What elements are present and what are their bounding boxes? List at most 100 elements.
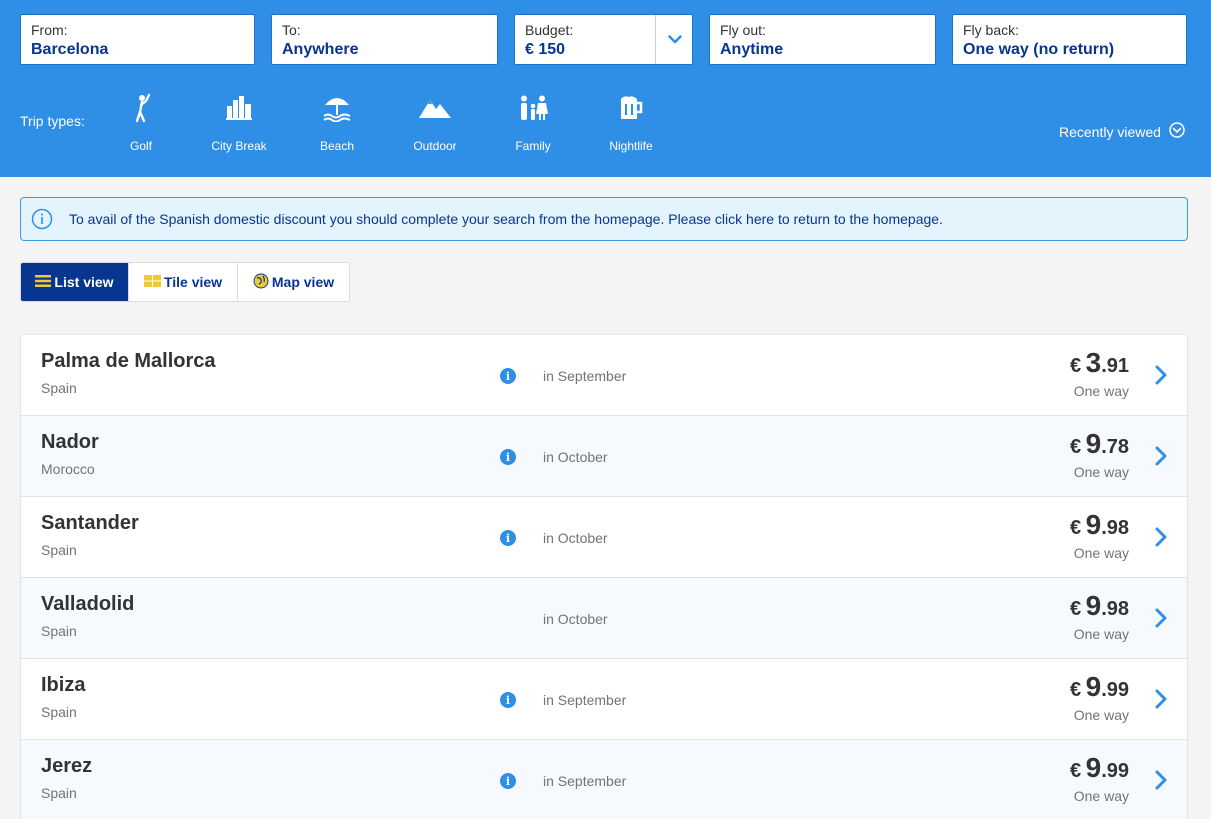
info-icon[interactable]: i <box>500 449 516 465</box>
info-icon[interactable]: i <box>500 368 516 384</box>
fly-back-value[interactable]: One way (no return) <box>963 40 1176 60</box>
tile-view-button[interactable]: Tile view <box>129 263 238 301</box>
trip-kind: One way <box>1073 626 1129 642</box>
mountain-icon <box>395 92 475 124</box>
trip-kind: One way <box>1073 383 1129 399</box>
destination-country: Morocco <box>41 461 95 477</box>
destination-country: Spain <box>41 542 77 558</box>
price-decimal: .91 <box>1101 355 1129 377</box>
destination-city: Ibiza <box>41 674 86 696</box>
discount-info-banner[interactable]: To avail of the Spanish domestic discoun… <box>20 197 1188 241</box>
travel-month: in October <box>543 611 608 627</box>
fly-back-field[interactable]: Fly back: One way (no return) <box>952 14 1187 65</box>
search-header: From: Barcelona To: Anywhere Budget: € 1… <box>0 0 1211 177</box>
beer-icon <box>591 92 671 124</box>
list-view-button[interactable]: List view <box>21 263 129 301</box>
golf-icon <box>101 92 181 124</box>
destination-city: Palma de Mallorca <box>41 350 216 372</box>
price-integer: 3 <box>1085 347 1102 378</box>
to-field[interactable]: To: Anywhere <box>271 14 498 65</box>
banner-text[interactable]: To avail of the Spanish domestic discoun… <box>69 211 943 227</box>
destination-row[interactable]: Ibiza Spain i in September € 9.99 One wa… <box>21 659 1187 740</box>
fly-out-value[interactable]: Anytime <box>720 40 925 60</box>
destination-row[interactable]: Valladolid Spain in October € 9.98 One w… <box>21 578 1187 659</box>
trip-kind: One way <box>1073 707 1129 723</box>
fare-price: € 9.98 <box>1070 509 1129 541</box>
info-icon[interactable]: i <box>500 530 516 546</box>
destination-country: Spain <box>41 785 77 801</box>
fare-price: € 3.91 <box>1070 347 1129 379</box>
destination-country: Spain <box>41 704 77 720</box>
trip-type-family[interactable]: Family <box>493 92 573 153</box>
currency-symbol: € <box>1070 355 1082 377</box>
recently-viewed-button[interactable]: Recently viewed <box>1059 122 1185 141</box>
price-integer: 9 <box>1085 428 1102 459</box>
chevron-right-icon[interactable] <box>1153 687 1169 711</box>
info-icon[interactable]: i <box>500 773 516 789</box>
budget-field[interactable]: Budget: € 150 <box>514 14 693 65</box>
price-integer: 9 <box>1085 509 1102 540</box>
trip-type-name: City Break <box>211 139 267 153</box>
destination-city: Jerez <box>41 755 93 777</box>
currency-symbol: € <box>1070 679 1082 701</box>
info-icon <box>31 208 53 230</box>
trip-kind: One way <box>1073 464 1129 480</box>
travel-month: in September <box>543 773 627 789</box>
to-value[interactable]: Anywhere <box>282 40 487 60</box>
trip-type-nightlife[interactable]: Nightlife <box>591 92 671 153</box>
trip-type-name: Family <box>515 139 551 153</box>
destination-country: Spain <box>41 623 77 639</box>
currency-symbol: € <box>1070 598 1082 620</box>
fare-price: € 9.78 <box>1070 428 1129 460</box>
trip-types-label: Trip types: <box>20 113 85 129</box>
chevron-right-icon[interactable] <box>1153 444 1169 468</box>
trip-kind: One way <box>1073 545 1129 561</box>
city-icon <box>199 92 279 124</box>
from-label: From: <box>31 22 68 38</box>
destination-row[interactable]: Nador Morocco i in October € 9.78 One wa… <box>21 416 1187 497</box>
travel-month: in October <box>543 530 608 546</box>
trip-type-name: Beach <box>319 139 355 153</box>
price-decimal: .98 <box>1101 598 1129 620</box>
travel-month: in September <box>543 692 627 708</box>
travel-month: in October <box>543 449 608 465</box>
from-field[interactable]: From: Barcelona <box>20 14 255 65</box>
destination-city: Santander <box>41 512 139 534</box>
chevron-right-icon[interactable] <box>1153 768 1169 792</box>
price-integer: 9 <box>1085 752 1102 783</box>
destination-row[interactable]: Jerez Spain i in September € 9.99 One wa… <box>21 740 1187 819</box>
recently-viewed-label: Recently viewed <box>1059 123 1161 140</box>
trip-type-city-break[interactable]: City Break <box>199 92 279 153</box>
info-icon[interactable]: i <box>500 692 516 708</box>
price-decimal: .78 <box>1101 436 1129 458</box>
trip-type-golf[interactable]: Golf <box>101 92 181 153</box>
map-view-button[interactable]: Map view <box>238 263 349 301</box>
fly-out-field[interactable]: Fly out: Anytime <box>709 14 936 65</box>
chevron-right-icon[interactable] <box>1153 525 1169 549</box>
currency-symbol: € <box>1070 436 1082 458</box>
destination-row[interactable]: Santander Spain i in October € 9.98 One … <box>21 497 1187 578</box>
list-icon <box>35 274 52 290</box>
currency-symbol: € <box>1070 760 1082 782</box>
tile-view-label: Tile view <box>163 274 223 290</box>
chevron-right-icon[interactable] <box>1153 606 1169 630</box>
from-value[interactable]: Barcelona <box>31 40 244 60</box>
chevron-circle-down-icon <box>1169 122 1185 141</box>
fare-price: € 9.99 <box>1070 671 1129 703</box>
map-icon <box>253 273 269 292</box>
fare-price: € 9.98 <box>1070 590 1129 622</box>
price-decimal: .98 <box>1101 517 1129 539</box>
destination-row[interactable]: Palma de Mallorca Spain i in September €… <box>21 335 1187 416</box>
destination-city: Valladolid <box>41 593 135 615</box>
price-integer: 9 <box>1085 590 1102 621</box>
family-icon <box>493 92 573 124</box>
trip-type-beach[interactable]: Beach <box>297 92 377 153</box>
trip-type-outdoor[interactable]: Outdoor <box>395 92 475 153</box>
chevron-down-icon[interactable] <box>656 15 693 64</box>
destination-city: Nador <box>41 431 99 453</box>
travel-month: in September <box>543 368 627 384</box>
chevron-right-icon[interactable] <box>1153 363 1169 387</box>
currency-symbol: € <box>1070 517 1082 539</box>
to-label: To: <box>282 22 301 38</box>
trip-type-name: Outdoor <box>413 139 457 153</box>
